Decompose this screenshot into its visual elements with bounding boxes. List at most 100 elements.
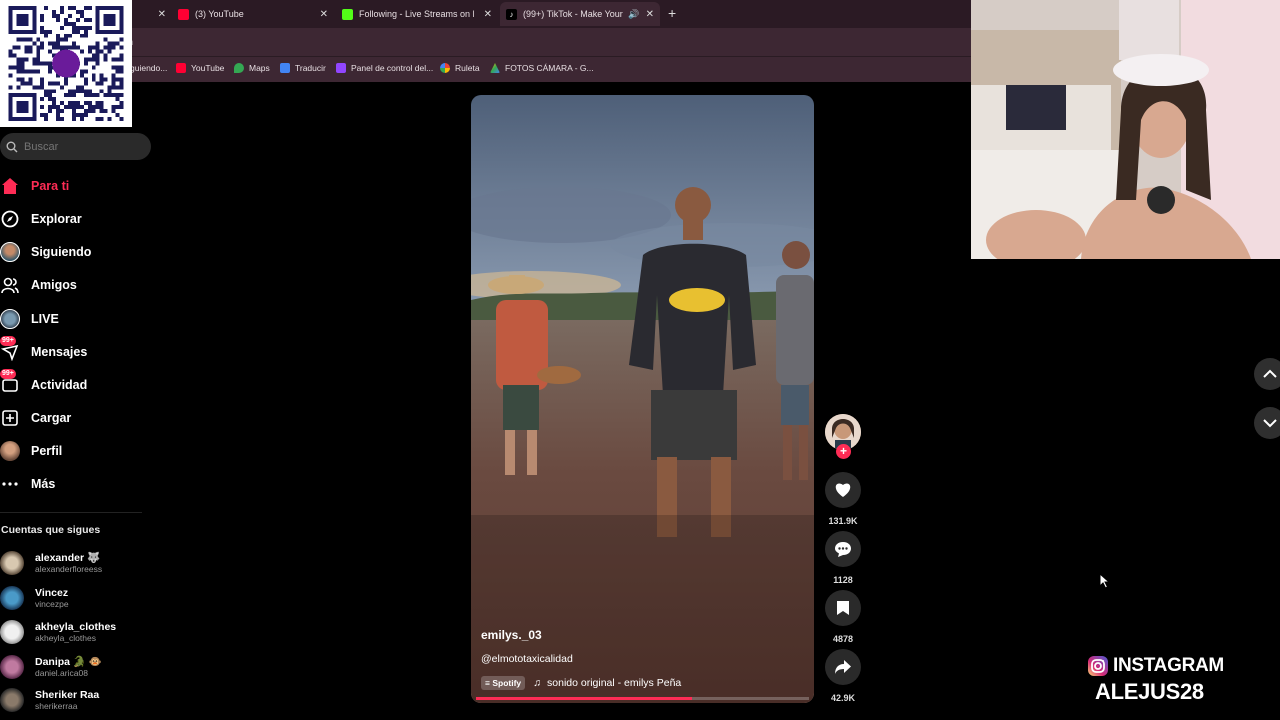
instagram-icon (1088, 656, 1108, 676)
tab-tiktok[interactable]: ♪ (99+) TikTok - Make Your Da 🔊 ✕ (500, 2, 660, 26)
sidebar-divider (0, 512, 142, 513)
music-title: sonido original - emilys Peña (547, 677, 682, 689)
like-count: 131.9K (828, 516, 858, 526)
tab-label: (99+) TikTok - Make Your Da (523, 9, 625, 19)
tab-label: Following - Live Streams on Ki (359, 9, 474, 19)
bookmark-label: guiendo... (130, 63, 168, 73)
bookmark-maps[interactable]: Maps (234, 63, 270, 73)
roulette-icon (440, 63, 450, 73)
webcam-frame (971, 0, 1280, 259)
video-tag-link[interactable]: @elmototaxicalidad (481, 653, 573, 665)
mouse-cursor-icon (1099, 573, 1111, 589)
video-music[interactable]: ≡ Spotify ♫ sonido original - emilys Peñ… (481, 676, 681, 690)
address-bar[interactable]: n (0, 28, 971, 56)
nav-label: LIVE (31, 312, 59, 326)
activity-icon: 99+ (0, 369, 20, 395)
bookmark-ruleta[interactable]: Ruleta (440, 63, 480, 73)
bookmark-youtube[interactable]: YouTube (176, 63, 224, 73)
bookmark-siguiendo[interactable]: guiendo... (130, 63, 167, 73)
friends-icon (0, 275, 20, 295)
comment-action[interactable]: 1128 (825, 531, 861, 585)
following-account[interactable]: Sheriker Raa sherikerraa (0, 688, 99, 712)
close-tab-icon[interactable]: ✕ (158, 9, 166, 20)
notification-badge: 99+ (0, 336, 16, 346)
browser-tab-bar: ✕ (3) YouTube ✕ Following - Live Streams… (0, 0, 971, 28)
instagram-label: INSTAGRAM (1113, 655, 1224, 676)
search-input[interactable] (24, 140, 144, 153)
bookmark-icon (837, 601, 849, 615)
bookmark-label: FOTOS CÁMARA - G... (505, 63, 594, 73)
save-button[interactable] (825, 590, 861, 626)
close-tab-icon[interactable]: ✕ (320, 9, 328, 20)
video-progress-fill (476, 697, 693, 700)
search-icon (6, 141, 18, 152)
avatar (0, 551, 24, 575)
next-video-button[interactable] (1254, 407, 1280, 439)
translate-icon (280, 63, 290, 73)
nav-live[interactable]: LIVE (0, 306, 59, 332)
nav-explorar[interactable]: Explorar (0, 206, 82, 232)
speaker-icon[interactable]: 🔊 (628, 9, 639, 20)
messages-icon: 99+ (0, 336, 20, 362)
comment-button[interactable] (825, 531, 861, 567)
tab-previous[interactable]: ✕ (136, 2, 166, 26)
video-player[interactable]: emilys._03 @elmototaxicalidad ≡ Spotify … (471, 95, 814, 703)
tab-kick[interactable]: Following - Live Streams on Ki ✕ (342, 2, 492, 26)
close-tab-icon[interactable]: ✕ (646, 9, 654, 20)
chevron-down-icon (1263, 419, 1277, 428)
comment-count: 1128 (833, 575, 853, 585)
share-button[interactable] (825, 649, 861, 685)
save-count: 4878 (832, 634, 854, 644)
following-account[interactable]: alexander 🐺 alexanderfloreess (0, 551, 102, 575)
comment-icon (835, 542, 851, 557)
bookmark-panel[interactable]: Panel de control del... (336, 63, 433, 73)
heart-icon (835, 483, 851, 497)
follow-button[interactable]: + (836, 444, 851, 459)
following-account[interactable]: Danipa 🐊 🐵 daniel.arica08 (0, 655, 102, 679)
nav-para-ti[interactable]: Para ti (0, 173, 69, 199)
search-box[interactable] (0, 133, 151, 160)
nav-label: Actividad (31, 378, 88, 392)
nav-cargar[interactable]: Cargar (0, 405, 71, 431)
nav-mas[interactable]: Más (0, 471, 55, 497)
bookmark-traducir[interactable]: Traducir (280, 63, 326, 73)
close-tab-icon[interactable]: ✕ (484, 9, 492, 20)
account-name: alexander 🐺 (35, 552, 101, 564)
account-name: Vincez (35, 587, 69, 599)
following-avatar-icon (0, 242, 20, 262)
tab-youtube[interactable]: (3) YouTube ✕ (178, 2, 328, 26)
bookmark-label: YouTube (191, 63, 225, 73)
nav-label: Amigos (31, 278, 77, 292)
webcam-overlay (971, 0, 1280, 259)
bookmark-label: Traducir (295, 63, 326, 73)
share-count: 42.9K (830, 693, 856, 703)
previous-video-button[interactable] (1254, 358, 1280, 390)
video-progress-bar[interactable] (476, 697, 809, 700)
spotify-label: Spotify (492, 678, 522, 688)
account-handle: alexanderfloreess (35, 564, 103, 574)
bookmark-label: Ruleta (455, 63, 480, 73)
bookmarks-bar: guiendo... YouTube Maps Traducir Panel d… (0, 56, 971, 82)
nav-amigos[interactable]: Amigos (0, 272, 77, 298)
like-button[interactable] (825, 472, 861, 508)
account-handle: daniel.arica08 (35, 668, 88, 678)
like-action[interactable]: 131.9K (825, 472, 861, 526)
save-action[interactable]: 4878 (825, 590, 861, 644)
video-author[interactable]: emilys._03 (481, 628, 542, 642)
following-account[interactable]: Vincez vincezpe (0, 586, 69, 610)
share-action[interactable]: 42.9K (825, 649, 861, 703)
twitch-icon (336, 63, 346, 73)
new-tab-button[interactable]: + (668, 5, 676, 21)
nav-perfil[interactable]: Perfil (0, 438, 62, 464)
live-icon (0, 309, 20, 329)
following-account[interactable]: akheyla_clothes akheyla_clothes (0, 620, 116, 644)
tab-label: (3) YouTube (195, 9, 244, 19)
nav-mensajes[interactable]: 99+ Mensajes (0, 336, 87, 365)
nav-siguiendo[interactable]: Siguiendo (0, 239, 91, 265)
nav-actividad[interactable]: 99+ Actividad (0, 369, 88, 398)
spotify-badge[interactable]: ≡ Spotify (481, 676, 526, 690)
nav-label: Cargar (31, 411, 72, 425)
bookmark-fotos[interactable]: FOTOS CÁMARA - G... (490, 63, 594, 73)
bookmark-label: Maps (249, 63, 270, 73)
account-name: akheyla_clothes (35, 621, 117, 633)
